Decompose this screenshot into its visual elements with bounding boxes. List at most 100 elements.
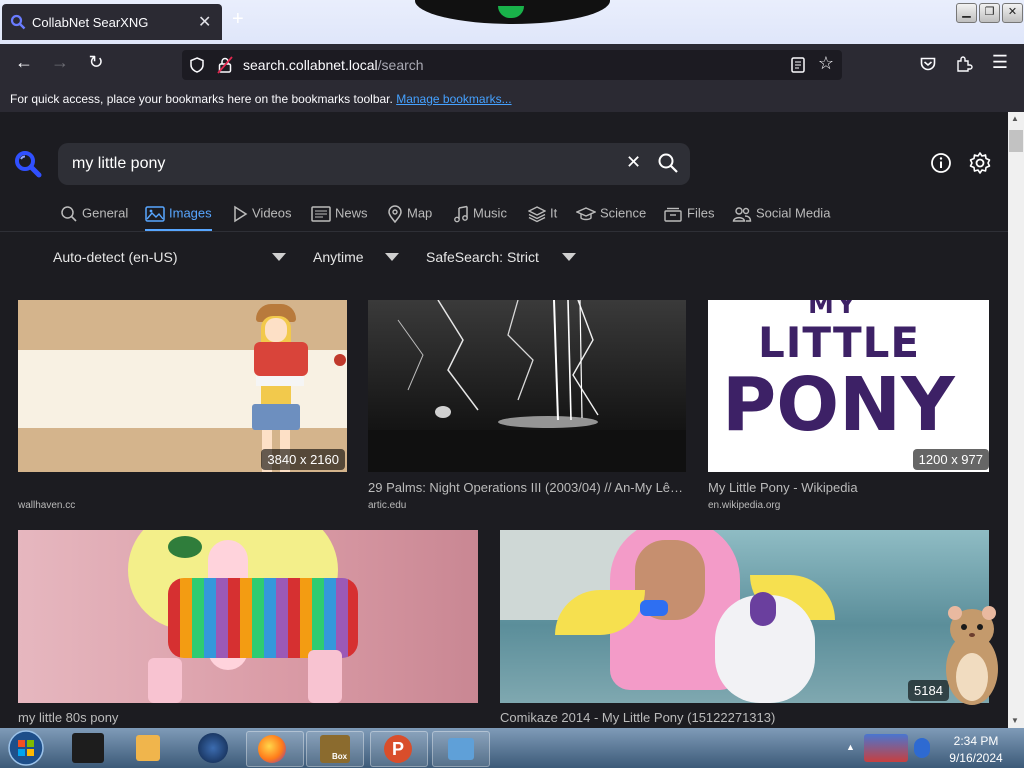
tab-general[interactable]: General — [60, 205, 128, 229]
logo-text-my: MY — [808, 300, 859, 320]
result-image-2[interactable] — [368, 300, 686, 472]
tab-videos[interactable]: Videos — [232, 205, 292, 229]
media-player-icon[interactable] — [136, 735, 160, 761]
tab-music[interactable]: Music — [453, 205, 507, 229]
searxng-icon — [10, 14, 26, 30]
language-dropdown-icon[interactable] — [272, 253, 286, 261]
tab-news[interactable]: News — [311, 205, 368, 229]
scrollbar-thumb[interactable] — [1009, 130, 1023, 152]
tab-social-media[interactable]: Social Media — [732, 205, 830, 229]
category-divider — [0, 231, 1008, 232]
network-globe-icon[interactable] — [198, 733, 228, 763]
new-tab-button[interactable]: + — [232, 8, 244, 31]
result-source: en.wikipedia.org — [708, 500, 781, 511]
search-input[interactable]: my little pony — [72, 155, 165, 173]
safesearch-dropdown-icon[interactable] — [562, 253, 576, 261]
clear-search-icon[interactable]: ✕ — [626, 152, 641, 173]
taskbar-clock[interactable]: 2:34 PM 9/16/2024 — [940, 733, 1012, 767]
search-icon — [61, 206, 77, 222]
map-pin-icon — [388, 205, 402, 224]
terminal-app-icon[interactable] — [72, 733, 104, 763]
music-icon — [454, 205, 468, 223]
tab-label: Map — [407, 205, 433, 221]
rainbow-sweater — [168, 578, 358, 658]
bookmarks-hint-text: For quick access, place your bookmarks h… — [10, 92, 393, 106]
image-icon — [145, 206, 165, 222]
tab-science[interactable]: Science — [575, 205, 647, 229]
tab-label: Images — [169, 205, 212, 221]
hamster-sticker — [946, 606, 998, 705]
reload-icon[interactable]: ↻ — [84, 52, 108, 73]
result-title[interactable]: my little 80s pony — [18, 710, 478, 725]
url-path: /search — [377, 57, 424, 73]
language-select[interactable]: Auto-detect (en-US) — [53, 249, 178, 265]
result-image-1[interactable]: 3840 x 2160 — [18, 300, 347, 472]
leg-warmer — [148, 658, 182, 703]
show-hidden-icons[interactable]: ▲ — [846, 742, 855, 752]
lightning-photo — [368, 300, 686, 472]
safesearch-select[interactable]: SafeSearch: Strict — [426, 249, 539, 265]
red-shirt — [254, 342, 308, 376]
minimize-button[interactable]: ▁ — [956, 3, 977, 23]
url-text[interactable]: search.collabnet.local/search — [243, 57, 424, 73]
result-title[interactable]: 29 Palms: Night Operations III (2003/04)… — [368, 480, 686, 495]
url-host: search.collabnet.local — [243, 57, 378, 73]
page-scrollbar[interactable] — [1008, 112, 1024, 728]
extensions-icon[interactable] — [955, 55, 973, 73]
firefox-icon — [258, 735, 286, 763]
maximize-button[interactable]: ❐ — [979, 3, 1000, 23]
result-source: wallhaven.cc — [18, 500, 76, 511]
start-button-icon[interactable] — [5, 729, 47, 767]
reader-view-icon[interactable] — [790, 56, 806, 74]
play-icon — [234, 205, 248, 223]
image-dimensions: 1200 x 977 — [912, 449, 989, 470]
result-image-3[interactable]: MY LITTLE PONY 1200 x 977 — [708, 300, 989, 472]
tab-it[interactable]: It — [527, 205, 557, 229]
back-icon[interactable]: ← — [12, 52, 36, 73]
menu-icon[interactable]: ☰ — [988, 52, 1012, 73]
result-image-5[interactable]: 5184 — [500, 530, 989, 703]
result-source: artic.edu — [368, 500, 407, 511]
browser-tab[interactable]: CollabNet SearXNG ✕ — [2, 4, 222, 40]
tray-network-icon[interactable] — [914, 738, 930, 758]
manage-bookmarks-link[interactable]: Manage bookmarks... — [396, 92, 511, 106]
search-submit-icon[interactable] — [657, 152, 679, 174]
tab-label: Science — [600, 205, 647, 221]
people-icon — [732, 207, 752, 222]
file-transfer-icon — [448, 738, 474, 760]
tab-label: General — [82, 205, 129, 221]
tab-label: News — [335, 205, 368, 221]
time-range-dropdown-icon[interactable] — [385, 253, 399, 261]
info-icon[interactable] — [930, 152, 952, 174]
result-title[interactable]: Comikaze 2014 - My Little Pony (15122271… — [500, 710, 989, 725]
apple — [334, 354, 346, 366]
shield-icon[interactable] — [188, 56, 206, 74]
tab-label: Social Media — [756, 205, 831, 221]
denim-skirt — [252, 404, 300, 430]
tab-title: CollabNet SearXNG — [32, 15, 149, 30]
pocket-icon[interactable] — [919, 55, 937, 73]
logo-text-pony: PONY — [722, 362, 955, 448]
result-title[interactable]: My Little Pony - Wikipedia — [708, 480, 989, 495]
tab-map[interactable]: Map — [387, 205, 432, 229]
forward-icon[interactable]: → — [48, 52, 72, 73]
bookmark-star-icon[interactable]: ☆ — [814, 53, 838, 74]
p-app-icon: P — [384, 735, 412, 763]
tray-app-icon[interactable] — [864, 734, 908, 762]
time-range-select[interactable]: Anytime — [313, 249, 364, 265]
scroll-up-icon[interactable]: ▲ — [1011, 114, 1019, 123]
close-window-button[interactable]: ✕ — [1002, 3, 1023, 23]
settings-gear-icon[interactable] — [968, 151, 992, 175]
tab-images[interactable]: Images — [145, 205, 212, 231]
tab-close-icon[interactable]: ✕ — [198, 12, 211, 32]
result-image-4[interactable] — [18, 530, 478, 703]
leg-warmer — [308, 650, 342, 703]
science-icon — [575, 207, 597, 221]
layers-icon — [527, 206, 547, 223]
newspaper-icon — [311, 206, 331, 222]
lock-warning-icon[interactable] — [217, 56, 233, 74]
tab-files[interactable]: Files — [663, 205, 714, 229]
bookmarks-hint: For quick access, place your bookmarks h… — [10, 92, 512, 106]
scroll-down-icon[interactable]: ▼ — [1011, 716, 1019, 725]
searxng-logo-icon[interactable] — [14, 150, 42, 178]
